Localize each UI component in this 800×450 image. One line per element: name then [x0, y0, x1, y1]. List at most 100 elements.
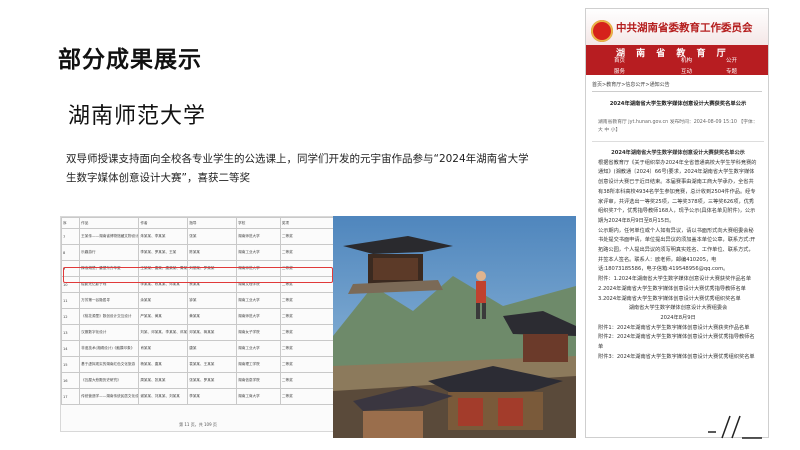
nav-item-interaction[interactable]: 互动 [681, 67, 692, 75]
table-cell: 二等奖 [279, 388, 335, 405]
table-cell: 14 [61, 340, 81, 357]
table-cell: 11 [61, 292, 81, 309]
slide-title: 部分成果展示 [58, 47, 202, 73]
table-cell: 传统营造学——湖南传统民居文化设计 [79, 388, 140, 405]
table-cell: 16 [61, 372, 81, 389]
table-cell: 乐趣游行 [79, 244, 140, 261]
metaverse-scene-image [333, 216, 576, 438]
divider [592, 91, 762, 92]
table-cell: 二等奖 [279, 340, 335, 357]
table-cell: 基于虚拟现实的湖南红色文化旅游 [79, 356, 140, 373]
table-cell: 非遗技术(湘绣设计)《触摸印象》 [79, 340, 140, 357]
table-row: 7 王某传——湖南省博物馆藏文物设计 朱某某、李某某 张某 湖南师范大学 二等奖 [61, 228, 335, 245]
article-body: 2024年湖南省大学生数字媒体创意设计大赛获奖名单公示 根据省教育厅《关于组织举… [598, 149, 758, 362]
table-page-footer: 第 11 页，共 109 页 [179, 422, 217, 427]
nav-item-public[interactable]: 公开 [726, 56, 737, 64]
body-paragraph: 根据省教育厅《关于组织举办2024年全省普通高校大学生学科竞赛的通知》(湘教通〔… [598, 159, 757, 224]
award-list-image: 序 作品 作者 指导 学校 奖项 7 王某传——湖南省博物馆藏文物设计 朱某某、李某… [60, 216, 336, 432]
table-header-row: 序 作品 作者 指导 学校 奖项 [61, 217, 335, 229]
nav-item-institutions[interactable]: 机构 [681, 56, 692, 64]
table-row: 12 《桃花源里》数创设计交互设计 严某某、黄某 黄某某 湖南师范大学 二等奖 [61, 308, 335, 325]
table-cell: 湖南师范大学 [236, 228, 281, 245]
table-cell: 《桃花源里》数创设计交互设计 [79, 308, 140, 325]
award-table: 序 作品 作者 指导 学校 奖项 7 王某传——湖南省博物馆藏文物设计 朱某某、李某… [61, 217, 335, 405]
body-paragraph: 公示期内，任何单位或个人如有异议，请以书面形式向大赛组委会秘书处提交书面申请，单… [598, 227, 756, 273]
table-cell: 7 [61, 228, 81, 245]
table-row: 11 万芳第一谷隐居寻 余某某 钟某 湖南工业大学 二等奖 [61, 292, 335, 309]
table-cell: 张某某、罗某某 [187, 372, 238, 389]
table-header-cell: 作品 [79, 217, 140, 229]
table-cell: 余某某 [138, 292, 189, 309]
divider [592, 141, 764, 142]
table-cell: 唐某 [187, 340, 238, 357]
table-row: 16 《瓦屋大悲殿历史研究》 周某某、张某某 张某某、罗某某 湖南信息学院 二等奖 [61, 372, 335, 389]
highlight-box [63, 267, 333, 283]
table-cell: 湖南工商大学 [236, 388, 281, 405]
table-cell: 8 [61, 244, 81, 261]
table-cell: 严某某、黄某 [138, 308, 189, 325]
table-cell: 湖南女子学院 [236, 324, 281, 341]
table-cell: 朱某某、李某某 [138, 228, 189, 245]
table-cell: 谢某某、刘某某、刘某某 [138, 388, 189, 405]
table-cell: 二等奖 [279, 324, 335, 341]
table-header-cell: 奖项 [279, 217, 335, 229]
table-cell: 王某传——湖南省博物馆藏文物设计 [79, 228, 140, 245]
attachment-link[interactable]: 附件2：2024年湖南省大学生数字媒体创意设计大赛优秀指导教师名单 [598, 333, 758, 352]
achievement-description: 双导师授课支持面向全校各专业学生的公选课上，同学们开发的元宇宙作品参与“2024… [66, 153, 529, 184]
meta-source: 湖南省教育厅 jyt.hunan.gov.cn [598, 120, 669, 125]
nav-item-home[interactable]: 首页 [614, 56, 625, 64]
attachment-link[interactable]: 附件1：2024年湖南省大学生数字媒体创意设计大赛获奖作品名单 [598, 324, 758, 334]
table-cell: 肖某某 [138, 340, 189, 357]
table-cell: 湖南师范大学 [236, 308, 281, 325]
table-cell: 刘某、邓某某、李某某、邓某、唐某某 [138, 324, 189, 341]
table-cell: 湖南工业大学 [236, 244, 281, 261]
scene-illustration [333, 216, 576, 438]
table-cell: 邓某某、蒋某某 [187, 324, 238, 341]
table-cell: 《瓦屋大悲殿历史研究》 [79, 372, 140, 389]
gov-site-title: 中共湖南省委教育工作委员会 [616, 22, 753, 34]
table-cell: 周某某、张某某 [138, 372, 189, 389]
table-cell: 袁某某、王某某 [187, 356, 238, 373]
body-paragraph: 3.2024年湖南省大学生数字媒体创意设计大赛优秀组织奖名单 [598, 295, 741, 302]
table-cell: 钟某 [187, 292, 238, 309]
table-header-cell: 学校 [236, 217, 281, 229]
body-paragraph: 附件：1.2024年湖南省大学生数字媒体创意设计大赛获奖作品名单 [598, 276, 752, 283]
table-row: 17 传统营造学——湖南传统民居文化设计 谢某某、刘某某、刘某某 李某某 湖南工商大学二… [61, 388, 335, 405]
meta-date: 发布时间：2024-08-09 15:10 [669, 120, 737, 125]
slash-decoration [708, 415, 762, 439]
table-header-cell: 序 [61, 217, 81, 229]
table-header-cell: 作者 [138, 217, 189, 229]
table-cell: 黄某某 [187, 308, 238, 325]
nav-item-topics[interactable]: 专题 [726, 67, 737, 75]
table-cell: 汉服数字化设计 [79, 324, 140, 341]
table-cell: 李某某、罗某某、王某 [138, 244, 189, 261]
gov-notice-screenshot: 中共湖南省委教育工作委员会 湖 南 省 教 育 厅 首页 机构 公开 服务 互动… [585, 8, 769, 438]
table-cell: 湖南工业大学 [236, 340, 281, 357]
breadcrumb[interactable]: 首页>教育厅>信息公开>通知公告 [592, 81, 670, 88]
table-cell: 万芳第一谷隐居寻 [79, 292, 140, 309]
table-header-cell: 指导 [187, 217, 238, 229]
table-cell: 17 [61, 388, 81, 405]
table-cell: 杨某某、唐某 [138, 356, 189, 373]
table-cell: 张某 [187, 228, 238, 245]
award-table-body: 7 王某传——湖南省博物馆藏文物设计 朱某某、李某某 张某 湖南师范大学 二等奖 8 乐趣游行… [61, 228, 335, 405]
table-cell: 二等奖 [279, 244, 335, 261]
table-cell: 湖南信息学院 [236, 372, 281, 389]
body-title: 2024年湖南省大学生数字媒体创意设计大赛获奖名单公示 [611, 150, 745, 156]
table-cell: 陈某某 [187, 244, 238, 261]
table-cell: 12 [61, 308, 81, 325]
table-cell: 湖南工业大学 [236, 292, 281, 309]
table-cell: 二等奖 [279, 292, 335, 309]
gov-site-subtitle: 湖 南 省 教 育 厅 [616, 49, 730, 59]
article-title: 2024年湖南省大学生数字媒体创意设计大赛获奖名单公示 [609, 101, 747, 107]
table-cell: 13 [61, 324, 81, 341]
table-row: 13汉服数字化设计刘某、邓某某、李某某、邓某、唐某某邓某某、蒋某某湖南女子学院二… [61, 324, 335, 341]
table-cell: 15 [61, 356, 81, 373]
attachment-link[interactable]: 附件3：2024年湖南省大学生数字媒体创意设计大赛优秀组织奖名单 [598, 353, 758, 363]
table-cell: 二等奖 [279, 228, 335, 245]
article-meta: 湖南省教育厅 jyt.hunan.gov.cn 发布时间：2024-08-09 … [598, 119, 758, 135]
body-paragraph: 2.2024年湖南省大学生数字媒体创意设计大赛优秀指导教师名单 [598, 285, 746, 292]
nav-item-services[interactable]: 服务 [614, 67, 625, 75]
signature: 湖南省大学生数字媒体创意设计大赛组委会 [628, 305, 728, 312]
signature-date: 2024年8月9日 [660, 314, 696, 321]
